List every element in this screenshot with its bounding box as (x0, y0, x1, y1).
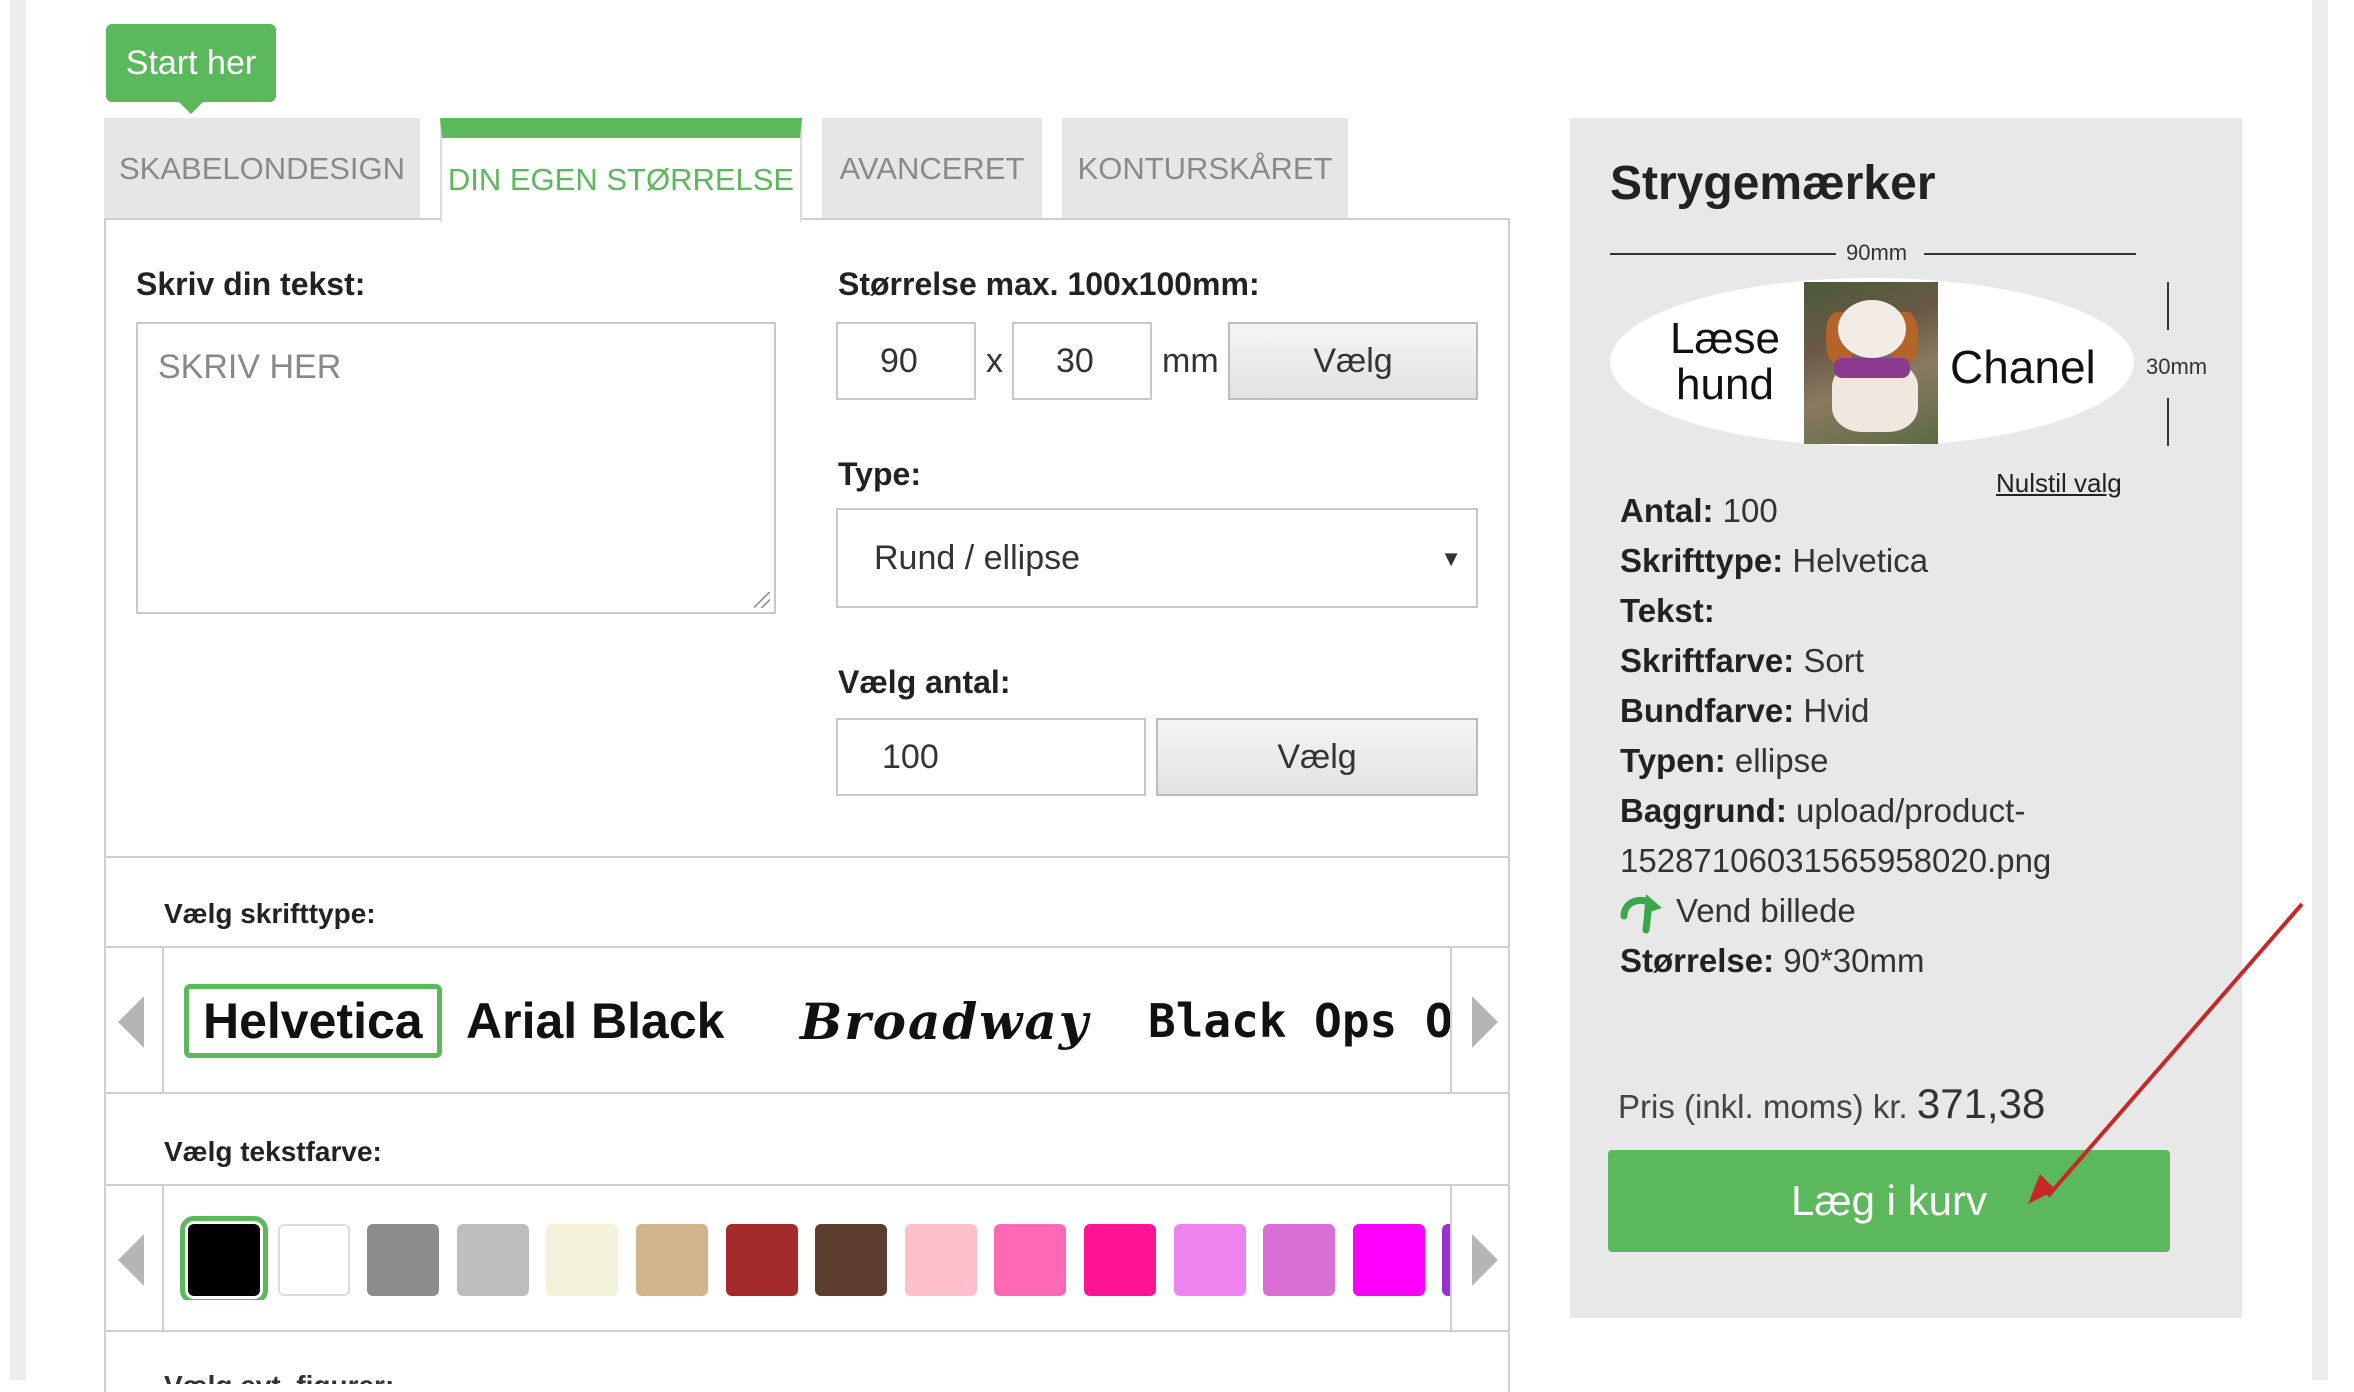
chevron-right-icon[interactable] (1472, 1234, 1498, 1286)
color-swatch[interactable] (636, 1224, 708, 1296)
color-swatch[interactable] (180, 1216, 268, 1300)
detail-background-color: Bundfarve: Hvid (1620, 692, 1870, 729)
color-swatch[interactable] (1352, 1224, 1425, 1296)
color-swatch[interactable] (277, 1224, 350, 1296)
detail-text-color: Skriftfarve: Sort (1620, 642, 1864, 679)
tab-custom-size[interactable]: DIN EGEN STØRRELSE (440, 118, 802, 222)
height-dimension: 30mm (2146, 354, 2208, 379)
color-swatch[interactable] (456, 1224, 529, 1296)
product-title: Strygemærker (1610, 157, 1936, 210)
divider (1450, 1184, 1452, 1332)
type-select-value: Rund / ellipse (874, 538, 1081, 577)
height-dimension-line (2167, 282, 2169, 330)
size-choose-button[interactable]: Vælg (1228, 322, 1478, 400)
color-swatch[interactable] (1263, 1224, 1336, 1296)
type-label: Type: (838, 456, 921, 492)
divider (162, 946, 164, 1094)
annotation-arrow (2028, 902, 2304, 1204)
divider (104, 946, 1510, 948)
color-swatch[interactable] (367, 1224, 440, 1296)
quantity-choose-button[interactable]: Vælg (1156, 718, 1478, 796)
font-section-label: Vælg skrifttype: (164, 898, 376, 929)
text-input[interactable]: SKRIV HER (136, 322, 776, 614)
chevron-right-icon[interactable] (1472, 996, 1498, 1048)
divider (1450, 946, 1452, 1094)
color-swatch[interactable] (994, 1224, 1067, 1296)
text-input-placeholder: SKRIV HER (158, 348, 342, 386)
detail-background: Baggrund: upload/product- (1620, 792, 2026, 829)
color-carousel (180, 1210, 1450, 1300)
color-swatch[interactable] (815, 1224, 888, 1296)
detail-text: Tekst: (1620, 592, 1715, 629)
size-label: Størrelse max. 100x100mm: (838, 266, 1260, 302)
height-input[interactable]: 30 (1012, 322, 1152, 400)
width-dimension-line (1924, 253, 2136, 255)
color-swatch[interactable] (1084, 1224, 1156, 1296)
width-input[interactable]: 90 (836, 322, 976, 400)
rotate-icon[interactable] (1618, 890, 1666, 934)
color-swatch[interactable] (546, 1224, 619, 1296)
height-dimension-line (2167, 398, 2169, 446)
detail-font: Skrifttype: Helvetica (1620, 542, 1929, 579)
color-swatch[interactable] (1173, 1224, 1246, 1296)
flip-image-link[interactable]: Vend billede (1676, 892, 1856, 930)
color-swatch[interactable] (725, 1224, 798, 1296)
reset-selection-link[interactable]: Nulstil valg (1996, 468, 2122, 499)
divider (104, 1184, 1510, 1186)
chevron-left-icon[interactable] (118, 996, 144, 1048)
left-page-edge (10, 0, 26, 1380)
background-photo (1838, 300, 1906, 358)
divider (104, 1092, 1510, 1094)
size-separator: x (986, 342, 1003, 380)
quantity-label: Vælg antal: (838, 664, 1011, 700)
font-carousel: Helvetica Arial Black Broadway Black Ops… (166, 960, 1450, 1080)
chevron-down-icon: ▼ (1440, 546, 1462, 571)
font-option-black-ops[interactable]: Black Ops One (1148, 984, 1450, 1058)
detail-type: Typen: ellipse (1620, 742, 1829, 779)
font-option-helvetica[interactable]: Helvetica (184, 984, 442, 1058)
size-unit: mm (1162, 342, 1219, 380)
chevron-left-icon[interactable] (118, 1234, 144, 1286)
quantity-input[interactable]: 100 (836, 718, 1146, 796)
preview-text-right: Chanel (1950, 341, 2096, 393)
font-option-broadway[interactable]: Broadway (800, 984, 1090, 1058)
color-swatch[interactable] (1442, 1224, 1450, 1296)
detail-size: Størrelse: 90*30mm (1620, 942, 1925, 979)
figures-section-label: Vælg evt. figurer: (164, 1370, 394, 1384)
background-photo (1834, 358, 1910, 378)
color-section-label: Vælg tekstfarve: (164, 1136, 382, 1167)
width-dimension-line (1610, 253, 1836, 255)
detail-background-filename: 15287106031565958020.png (1620, 842, 2052, 879)
tab-contour-cut[interactable]: KONTURSKÅRET (1062, 118, 1348, 220)
type-select[interactable]: Rund / ellipse ▼ (836, 508, 1478, 608)
detail-quantity: Antal: 100 (1620, 492, 1778, 529)
preview-text-left: Læse hund (1669, 314, 1781, 409)
text-label: Skriv din tekst: (136, 266, 366, 302)
divider (104, 856, 1510, 858)
divider (162, 1184, 164, 1332)
resize-handle[interactable] (754, 592, 770, 608)
tab-template-design[interactable]: SKABELONDESIGN (104, 118, 420, 220)
tab-advanced[interactable]: AVANCERET (822, 118, 1042, 220)
divider (104, 1330, 1510, 1332)
width-dimension: 90mm (1846, 240, 1908, 265)
color-swatch[interactable] (904, 1224, 977, 1296)
start-here-badge: Start her (106, 24, 276, 114)
price-line: Pris (inkl. moms) kr. 371,38 (1618, 1080, 2046, 1127)
font-option-arial-black[interactable]: Arial Black (466, 984, 724, 1058)
